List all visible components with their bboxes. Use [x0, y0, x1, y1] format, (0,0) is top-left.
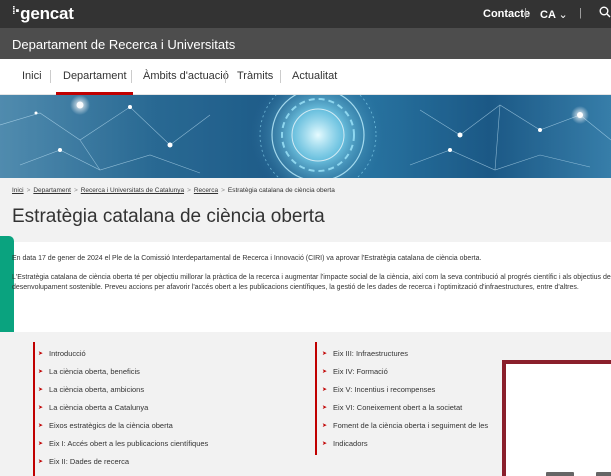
breadcrumb-separator: > — [187, 187, 191, 194]
breadcrumb-item[interactable]: Recerca i Universitats de Catalunya — [81, 187, 184, 194]
contact-link[interactable]: Contacte — [483, 8, 530, 20]
menu-item-label: Eix III: Infraestructures — [333, 349, 409, 358]
menu-item-label: La ciència oberta, ambicions — [49, 385, 145, 394]
nav-separator — [50, 70, 51, 83]
main-nav: Inici Departament Àmbits d'actuació Tràm… — [0, 59, 611, 95]
intro-paragraph-2: L'Estratègia catalana de ciència oberta … — [12, 274, 611, 291]
overlay-dialog[interactable] — [502, 360, 611, 476]
menu-item-label: Indicadors — [333, 439, 368, 448]
menu-item[interactable]: ➤ Eix III: Infraestructures — [322, 349, 408, 358]
arrow-icon: ➤ — [38, 459, 44, 465]
menu-item[interactable]: ➤ Eix IV: Formació — [322, 367, 388, 376]
menu-item-label: Foment de la ciència oberta i seguiment … — [333, 421, 489, 430]
menu-item-label: La ciència oberta a Catalunya — [49, 403, 149, 412]
arrow-icon: ➤ — [38, 405, 44, 411]
breadcrumb-separator: > — [73, 187, 78, 194]
menu-item[interactable]: ➤ Eix I: Accés obert a les publicacions c… — [38, 439, 208, 448]
nav-separator — [280, 70, 281, 83]
dialog-button[interactable] — [546, 472, 574, 476]
menu-item-label: Eix VI: Coneixement obert a la societat — [333, 403, 463, 412]
language-selector[interactable]: CA ⌄ — [540, 8, 568, 21]
arrow-icon: ➤ — [38, 369, 44, 375]
breadcrumb-current: Estratègia catalana de ciència oberta — [227, 187, 335, 194]
menu-item[interactable]: ➤ Introducció — [38, 349, 86, 358]
menu-item[interactable]: ➤ La ciència oberta, beneficis — [38, 367, 140, 376]
arrow-icon: ➤ — [322, 405, 328, 411]
department-bar: Departament de Recerca i Universitats — [0, 28, 611, 59]
menu-item[interactable]: ➤ Foment de la ciència oberta i seguiment… — [322, 421, 488, 430]
menu-item-label: La ciència oberta, beneficis — [49, 367, 140, 376]
menu-item[interactable]: ➤ Eix V: Incentius i recompenses — [322, 385, 435, 394]
top-separator: | — [579, 7, 582, 19]
dialog-button[interactable] — [596, 472, 611, 476]
menu-item[interactable]: ➤ Indicadors — [322, 439, 368, 448]
arrow-icon: ➤ — [322, 441, 328, 447]
menu-item-label: Eix V: Incentius i recompenses — [333, 385, 436, 394]
menu-item-label: Eix IV: Formació — [333, 367, 388, 376]
menu-item[interactable]: ➤ La ciència oberta, ambicions — [38, 385, 144, 394]
menu-item[interactable]: ➤ Eix VI: Coneixement obert a la societat — [322, 403, 462, 412]
menu-item[interactable]: ➤ Eix II: Dades de recerca — [38, 457, 129, 466]
nav-separator — [225, 70, 226, 83]
arrow-icon: ➤ — [38, 387, 44, 393]
nav-item-ambits[interactable]: Àmbits d'actuació — [143, 70, 229, 82]
arrow-icon: ➤ — [38, 351, 44, 357]
arrow-icon: ➤ — [38, 423, 44, 429]
arrow-icon: ➤ — [322, 423, 328, 429]
page-title: Estratègia catalana de ciència oberta — [12, 206, 325, 227]
nav-item-departament[interactable]: Departament — [63, 70, 127, 82]
hero-banner — [0, 95, 611, 178]
breadcrumb: Inici > Departament > Recerca i Universitats… — [12, 187, 335, 194]
nav-item-tramits[interactable]: Tràmits — [237, 70, 273, 82]
arrow-icon: ➤ — [38, 441, 44, 447]
gencat-logo-text: gencat — [20, 4, 74, 23]
top-bar: ⁞▪gencat Contacte | CA ⌄ | — [0, 0, 611, 28]
menu-item[interactable]: ➤ La ciència oberta a Catalunya — [38, 403, 148, 412]
top-separator: | — [524, 7, 527, 19]
page-header: Inici > Departament > Recerca i Universitats… — [0, 178, 611, 242]
gencat-logo-mark: ⁞▪ — [12, 5, 20, 17]
arrow-icon: ➤ — [322, 387, 328, 393]
hero-network-image — [0, 95, 611, 178]
breadcrumb-item[interactable]: Recerca — [194, 187, 218, 194]
nav-item-inici[interactable]: Inici — [22, 70, 42, 82]
breadcrumb-item[interactable]: Departament — [33, 187, 71, 194]
nav-item-actualitat[interactable]: Actualitat — [292, 70, 337, 82]
menu-item-label: Eix II: Dades de recerca — [49, 457, 130, 466]
department-title[interactable]: Departament de Recerca i Universitats — [12, 37, 235, 52]
gencat-logo[interactable]: ⁞▪gencat — [12, 4, 74, 24]
menu-item-label: Eix I: Accés obert a les publicacions ci… — [49, 439, 209, 448]
menu-column-bar — [315, 342, 317, 455]
breadcrumb-item[interactable]: Inici — [12, 187, 24, 194]
language-value: CA — [540, 9, 556, 21]
intro-paragraph-1: En data 17 de gener de 2024 el Ple de la… — [12, 255, 482, 262]
menu-item-label: Eixos estratègics de la ciència oberta — [49, 421, 173, 430]
breadcrumb-separator: > — [221, 187, 225, 194]
menu-column-bar — [33, 342, 35, 476]
chevron-down-icon: ⌄ — [558, 9, 568, 21]
breadcrumb-separator: > — [26, 187, 31, 194]
menu-item[interactable]: ➤ Eixos estratègics de la ciència oberta — [38, 421, 173, 430]
menu-item-label: Introducció — [49, 349, 86, 358]
arrow-icon: ➤ — [322, 369, 328, 375]
nav-separator — [131, 70, 132, 83]
search-icon[interactable] — [599, 6, 611, 18]
arrow-icon: ➤ — [322, 351, 328, 357]
